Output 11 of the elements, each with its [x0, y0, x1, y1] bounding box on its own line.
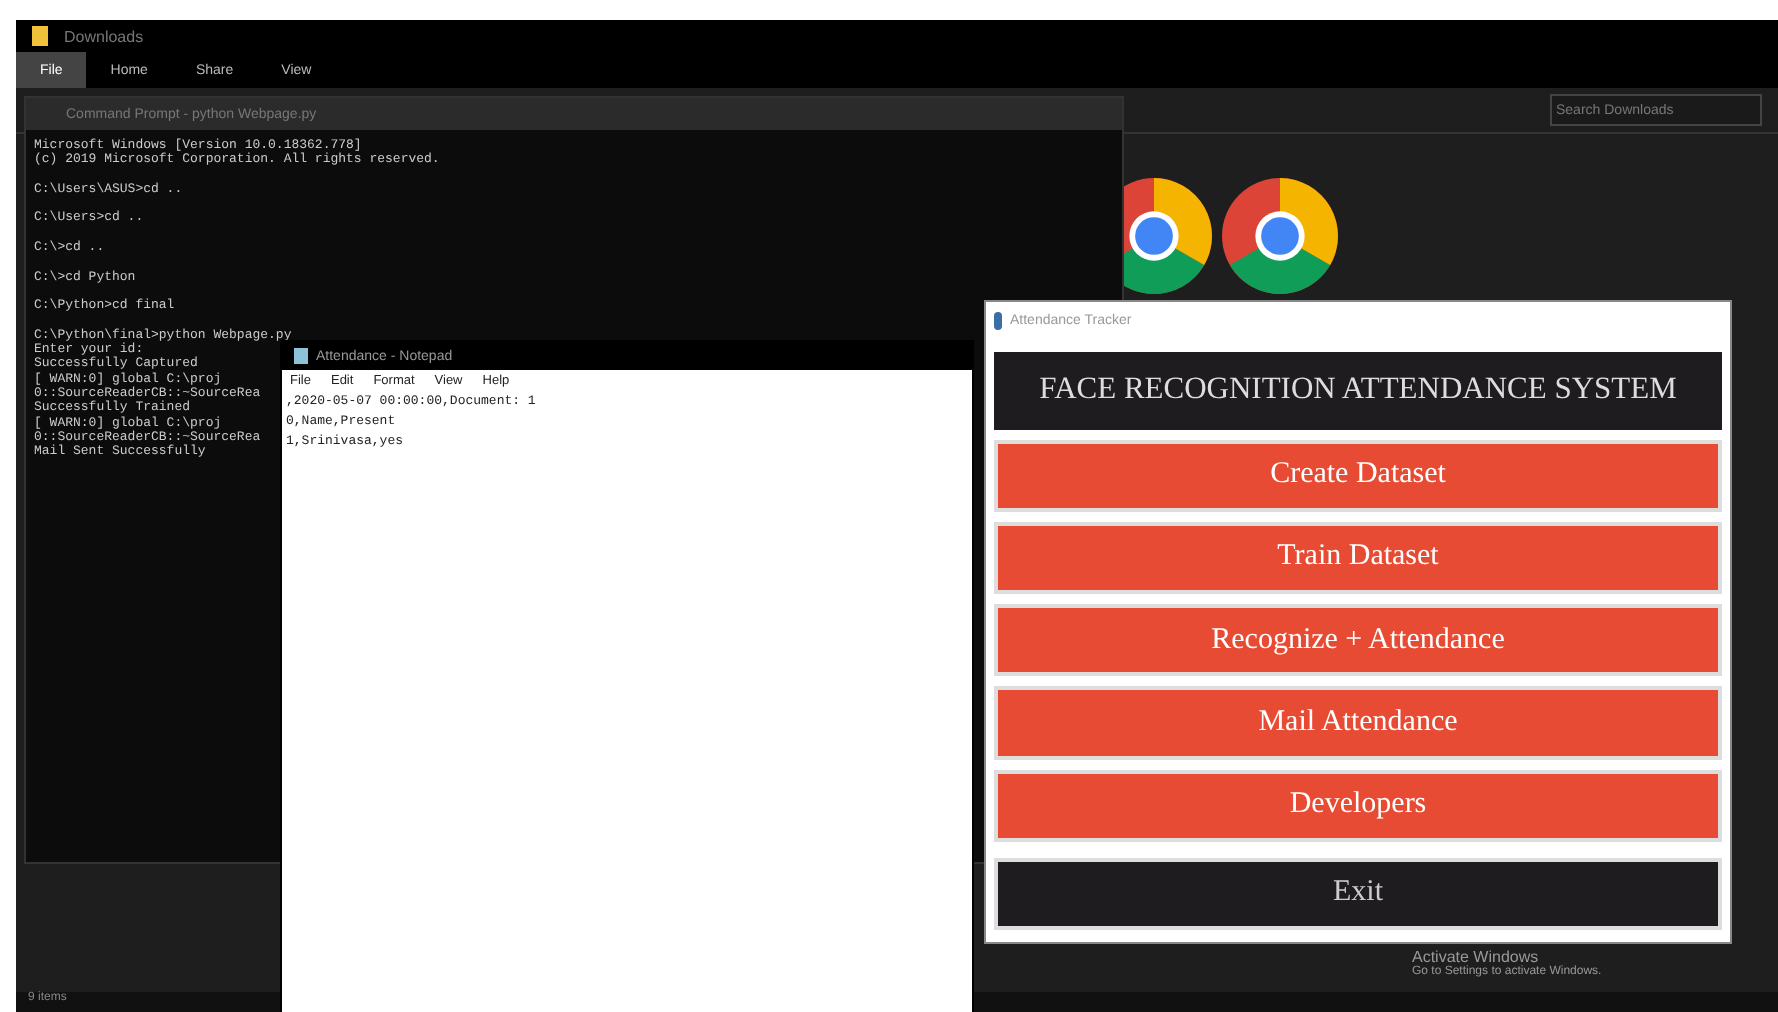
activation-title: Activate Windows	[1412, 948, 1539, 966]
window-title: Downloads	[64, 27, 144, 45]
notepad-icon	[294, 348, 308, 364]
action-button[interactable]: Developers	[994, 769, 1722, 842]
app-heading: FACE RECOGNITION ATTENDANCE SYSTEM	[994, 351, 1722, 430]
action-button[interactable]: Create Dataset	[994, 439, 1722, 512]
exit-button[interactable]: Exit	[994, 857, 1722, 931]
action-button[interactable]: Recognize + Attendance	[994, 604, 1722, 677]
chrome-file-icon[interactable]	[1222, 178, 1338, 294]
action-button[interactable]: Mail Attendance	[994, 686, 1722, 760]
action-button[interactable]: Train Dataset	[994, 521, 1722, 595]
